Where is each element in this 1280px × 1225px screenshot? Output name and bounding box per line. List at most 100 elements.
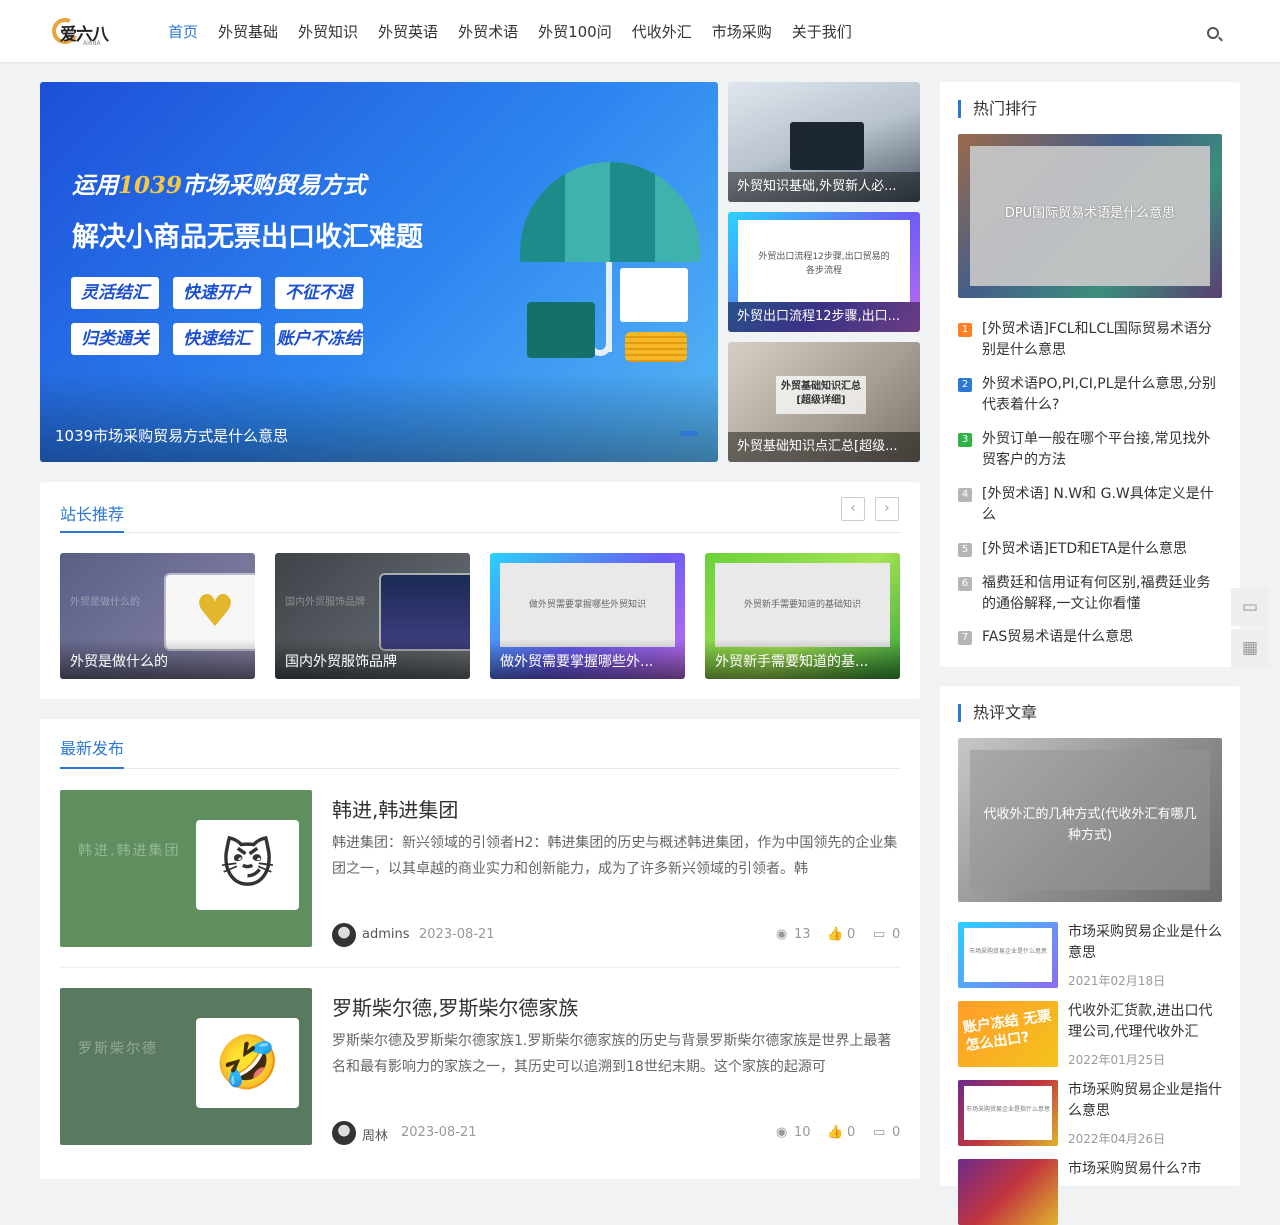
hot-rank-feature[interactable]: DPU国际贸易术语是什么意思 bbox=[958, 134, 1222, 298]
hot-comment-thumb[interactable]: 账户冻结 无票怎么出口? bbox=[958, 1001, 1058, 1067]
like-count: 0 bbox=[847, 1125, 856, 1140]
hot-comment-date: 2022年04月26日 bbox=[1068, 1132, 1166, 1146]
nav-item-terms[interactable]: 外贸术语 bbox=[458, 21, 518, 42]
nav-item-market[interactable]: 市场采购 bbox=[712, 21, 772, 42]
thumbs-up-icon[interactable]: 👍 bbox=[827, 1125, 843, 1140]
thumb-caption: 外贸出口流程12步骤,出口... bbox=[728, 302, 920, 332]
hot-comment-title: 热评文章 bbox=[958, 704, 1037, 722]
hot-rank-link[interactable]: 外贸术语PO,PI,CI,PL是什么意思,分别代表着什么? bbox=[982, 374, 1222, 416]
post-author[interactable]: 周林 bbox=[362, 1125, 388, 1144]
hot-comment-item[interactable]: 市场采购贸易企业是什么意思 市场采购贸易企业是什么意思 2021年02月18日 bbox=[958, 922, 1222, 988]
recommend-card[interactable]: 国内外贸服饰品牌 国内外贸服饰品牌 bbox=[275, 553, 470, 679]
slide-tag: 账户不冻结 bbox=[275, 323, 363, 355]
slide-headline: 运用1039市场采购贸易方式 bbox=[72, 172, 367, 199]
recommend-card[interactable]: 外贸是做什么的 ♥ 外贸是做什么的 bbox=[60, 553, 255, 679]
hot-comment-thumb[interactable]: 市场采购贸易企业是什么意思 bbox=[958, 922, 1058, 988]
hot-comment-link[interactable]: 代收外汇货款,进出口代理公司,代理代收外汇 bbox=[1068, 1001, 1222, 1043]
hot-rank-link[interactable]: [外贸术语]FCL和LCL国际贸易术语分别是什么意思 bbox=[982, 319, 1222, 361]
eye-icon: ◉ bbox=[776, 927, 788, 942]
slide-tag: 不征不退 bbox=[275, 277, 363, 309]
post-meta: 周林 2023-08-21 ◉ 10 👍 0 ▭ 0 bbox=[332, 1121, 900, 1145]
featured-thumb[interactable]: 外贸出口流程12步骤,出口贸易的各步流程 外贸出口流程12步骤,出口... bbox=[728, 212, 920, 332]
hot-comment-item[interactable]: 市场采购贸易企业是指什么意思 市场采购贸易企业是指什么意思 2022年04月26… bbox=[958, 1080, 1222, 1146]
thumb-caption: 外贸知识基础,外贸新人必... bbox=[728, 172, 920, 202]
hot-comment-item[interactable]: 账户冻结 无票怎么出口? 代收外汇货款,进出口代理公司,代理代收外汇 2022年… bbox=[958, 1001, 1222, 1067]
post-thumbnail[interactable]: 罗斯柴尔德 🤣 bbox=[60, 988, 312, 1145]
nav-item-english[interactable]: 外贸英语 bbox=[378, 21, 438, 42]
comment-icon[interactable]: ▭ bbox=[873, 927, 885, 942]
slide-shade bbox=[40, 372, 718, 462]
next-arrow-icon[interactable]: › bbox=[875, 497, 899, 521]
post-date: 2023-08-21 bbox=[419, 927, 495, 942]
thumb-ghost-text: 韩进,韩进集团 bbox=[78, 843, 181, 859]
avatar[interactable] bbox=[332, 923, 356, 947]
post-item[interactable]: 韩进,韩进集团 😼 韩进,韩进集团 韩进集团：新兴领域的引领者H2：韩进集团的历… bbox=[60, 790, 900, 947]
nav-item-forex[interactable]: 代收外汇 bbox=[632, 21, 692, 42]
coins-icon bbox=[625, 332, 687, 362]
featured-thumb[interactable]: 外贸基础知识汇总 [超级详细] 外贸基础知识点汇总[超级... bbox=[728, 342, 920, 462]
featured-thumb[interactable]: 外贸知识基础,外贸新人必... bbox=[728, 82, 920, 202]
hot-rank-link[interactable]: [外贸术语] N.W和 G.W具体定义是什么 bbox=[982, 484, 1222, 526]
hot-comment-link[interactable]: 市场采购贸易企业是什么意思 bbox=[1068, 922, 1222, 964]
comment-icon[interactable]: ▭ bbox=[873, 1125, 885, 1140]
nav-item-basics[interactable]: 外贸基础 bbox=[218, 21, 278, 42]
hot-comment-thumb[interactable]: 市场采购贸易企业是指什么意思 bbox=[958, 1080, 1058, 1146]
thumb-ghost-text: 罗斯柴尔德 bbox=[78, 1041, 158, 1057]
hot-comment-feature[interactable]: 代收外汇的几种方式(代收外汇有哪几种方式) bbox=[958, 738, 1222, 902]
comment-count: 0 bbox=[892, 1125, 901, 1140]
hot-comment-item[interactable]: 市场采购贸易什么?市 bbox=[958, 1159, 1222, 1225]
city-night-icon bbox=[381, 575, 470, 649]
nav-item-knowledge[interactable]: 外贸知识 bbox=[298, 21, 358, 42]
post-author[interactable]: admins bbox=[362, 927, 410, 942]
hot-comment-link[interactable]: 市场采购贸易企业是指什么意思 bbox=[1068, 1080, 1222, 1122]
nav-item-100qa[interactable]: 外贸100问 bbox=[538, 21, 612, 42]
slide-tag: 快速开户 bbox=[173, 277, 261, 309]
rank-badge: 1 bbox=[958, 323, 972, 337]
hot-rank-title: 热门排行 bbox=[958, 100, 1037, 118]
thumb-card-text: 外贸基础知识汇总 [超级详细] bbox=[776, 376, 866, 414]
hot-comment-widget: 热评文章 代收外汇的几种方式(代收外汇有哪几种方式) 市场采购贸易企业是什么意思… bbox=[940, 686, 1240, 1225]
rank-badge: 3 bbox=[958, 433, 972, 447]
main-nav: 首页 外贸基础 外贸知识 外贸英语 外贸术语 外贸100问 代收外汇 市场采购 … bbox=[168, 21, 872, 42]
slide-tag: 灵活结汇 bbox=[71, 277, 159, 309]
thumbs-up-icon[interactable]: 👍 bbox=[827, 927, 843, 942]
card-ghost-text: 做外贸需要掌握哪些外贸知识 bbox=[500, 563, 675, 647]
nav-item-home[interactable]: 首页 bbox=[168, 21, 198, 42]
logo-subtext: AI68A bbox=[83, 40, 101, 47]
hot-rank-link[interactable]: FAS贸易术语是什么意思 bbox=[982, 627, 1222, 648]
view-count: 13 bbox=[794, 927, 811, 942]
card-ghost-text: 国内外贸服饰品牌 bbox=[285, 597, 365, 608]
recommend-caption: 国内外贸服饰品牌 bbox=[275, 639, 470, 679]
recommend-card[interactable]: 做外贸需要掌握哪些外贸知识 做外贸需要掌握哪些外... bbox=[490, 553, 685, 679]
post-title[interactable]: 罗斯柴尔德,罗斯柴尔德家族 bbox=[332, 992, 578, 1021]
recommend-caption: 做外贸需要掌握哪些外... bbox=[490, 639, 685, 679]
briefcase-icon bbox=[527, 302, 595, 358]
prev-arrow-icon[interactable]: ‹ bbox=[841, 497, 865, 521]
search-icon[interactable] bbox=[1207, 27, 1219, 39]
slide-subheadline: 解决小商品无票出口收汇难题 bbox=[72, 222, 423, 253]
avatar[interactable] bbox=[332, 1121, 356, 1145]
hero-slider[interactable]: 运用1039市场采购贸易方式 解决小商品无票出口收汇难题 灵活结汇 快速开户 不… bbox=[40, 82, 718, 462]
comment-count: 0 bbox=[892, 927, 901, 942]
rank-badge: 2 bbox=[958, 378, 972, 392]
nav-item-about[interactable]: 关于我们 bbox=[792, 21, 852, 42]
slider-dot[interactable] bbox=[680, 431, 698, 436]
hot-rank-link[interactable]: [外贸术语]ETD和ETA是什么意思 bbox=[982, 539, 1222, 560]
hot-rank-link[interactable]: 外贸订单一般在哪个平台接,常见找外贸客户的方法 bbox=[982, 429, 1222, 471]
post-thumbnail[interactable]: 韩进,韩进集团 😼 bbox=[60, 790, 312, 947]
hot-rank-widget: 热门排行 DPU国际贸易术语是什么意思 1 [外贸术语]FCL和LCL国际贸易术语… bbox=[940, 82, 1240, 667]
slide-caption[interactable]: 1039市场采购贸易方式是什么意思 bbox=[55, 425, 288, 446]
recommend-caption: 外贸新手需要知道的基... bbox=[705, 639, 900, 679]
site-logo[interactable]: 爱六八 AI68A bbox=[48, 12, 112, 48]
hot-comment-date: 2022年01月25日 bbox=[1068, 1053, 1166, 1067]
post-title[interactable]: 韩进,韩进集团 bbox=[332, 794, 458, 823]
hot-comment-thumb[interactable] bbox=[958, 1159, 1058, 1225]
qrcode-icon[interactable]: ▦ bbox=[1231, 629, 1269, 667]
rank-badge: 7 bbox=[958, 631, 972, 645]
hot-comment-link[interactable]: 市场采购贸易什么?市 bbox=[1068, 1159, 1222, 1180]
hot-rank-link[interactable]: 福费廷和信用证有何区别,福费廷业务的通俗解释,一文让你看懂 bbox=[982, 573, 1222, 615]
laptop-image bbox=[790, 122, 864, 170]
chat-icon[interactable]: ▭ bbox=[1231, 588, 1269, 626]
recommend-card[interactable]: 外贸新手需要知道的基础知识 外贸新手需要知道的基... bbox=[705, 553, 900, 679]
post-item[interactable]: 罗斯柴尔德 🤣 罗斯柴尔德,罗斯柴尔德家族 罗斯柴尔德及罗斯柴尔德家族1.罗斯柴… bbox=[60, 988, 900, 1145]
